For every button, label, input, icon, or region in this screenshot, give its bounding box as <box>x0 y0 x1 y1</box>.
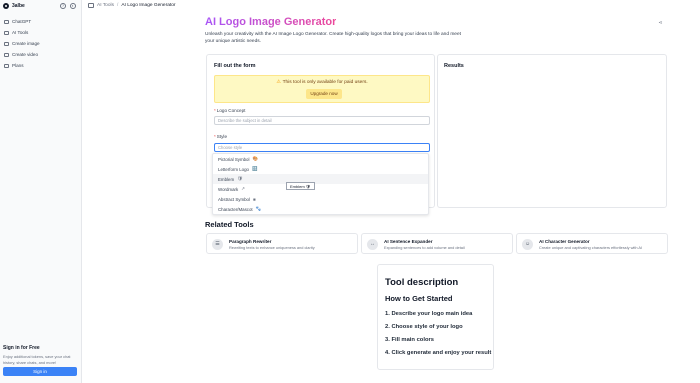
chat-icon <box>4 19 9 24</box>
related-tools-title: Related Tools <box>205 220 254 229</box>
logo-concept-input[interactable]: Describe the subject in detail <box>214 116 430 125</box>
style-option-label: Character/Mascot <box>218 206 253 212</box>
logo-concept-label: *Logo Concept <box>214 108 245 113</box>
required-mark: * <box>214 134 216 139</box>
sidebar: 3albe ? ◐ ChatGPT AI Tools Create image … <box>0 0 82 383</box>
sidebar-item-create-image[interactable]: Create image <box>2 38 80 49</box>
style-dropdown: Pictorial Symbol 🎨 Letterform Logo 🔠 Emb… <box>212 153 429 215</box>
brand-logo-icon <box>3 3 9 9</box>
shield-icon: 🛡 <box>237 176 243 181</box>
tool-name: AI Sentence Expander <box>384 239 433 244</box>
style-select[interactable]: Choose style <box>214 143 430 152</box>
paid-notice-row: ⚠ This tool is only available for paid us… <box>215 80 429 85</box>
sidebar-item-label: AI Tools <box>12 30 29 35</box>
sidebar-nav: ChatGPT AI Tools Create image Create vid… <box>2 16 80 71</box>
expand-icon: ↔ <box>367 239 378 250</box>
style-option-abstract-symbol[interactable]: Abstract Symbol ■ <box>213 194 428 204</box>
upgrade-button[interactable]: Upgrade now <box>306 89 342 99</box>
tool-name: Paragraph Rewriter <box>229 239 272 244</box>
sidebar-item-label: Create image <box>12 41 40 46</box>
sidebar-toggle-icon[interactable] <box>88 3 94 8</box>
page-description: Unleash your creativity with the AI Imag… <box>205 32 461 44</box>
square-icon: ■ <box>252 196 256 202</box>
required-mark: * <box>214 108 216 113</box>
plans-icon <box>4 63 9 68</box>
style-option-label: Emblem <box>218 176 235 182</box>
sidebar-item-ai-tools[interactable]: AI Tools <box>2 27 80 38</box>
tools-icon <box>4 30 9 35</box>
step-item: 3. Fill main colors <box>385 337 434 343</box>
brand[interactable]: 3albe <box>3 3 25 9</box>
tool-description-card: Tool description How to Get Started 1. D… <box>377 264 494 370</box>
signin-title: Sign in for Free <box>3 345 40 351</box>
related-tool-character-generator[interactable]: ☺ AI Character Generator Create unique a… <box>516 233 668 254</box>
style-option-label: Letterform Logo <box>218 166 249 172</box>
style-option-emblem[interactable]: Emblem 🛡 <box>213 174 428 184</box>
paid-notice: ⚠ This tool is only available for paid us… <box>214 75 430 103</box>
style-option-character-mascot[interactable]: Character/Mascot 🐾 <box>213 204 428 214</box>
arrow-icon: ↗ <box>241 186 245 191</box>
tool-description-title: Tool description <box>385 277 459 288</box>
breadcrumb-separator: / <box>116 3 119 8</box>
style-option-letterform-logo[interactable]: Letterform Logo 🔠 <box>213 164 428 174</box>
sidebar-item-plans[interactable]: Plans <box>2 60 80 71</box>
list-icon: ☰ <box>212 239 223 250</box>
style-label-text: Style <box>216 134 228 139</box>
paid-notice-text: This tool is only available for paid use… <box>282 80 368 85</box>
sidebar-item-label: ChatGPT <box>12 19 32 24</box>
character-icon: ☺ <box>522 239 533 250</box>
style-option-label: Abstract Symbol <box>218 196 250 202</box>
paw-icon: 🐾 <box>255 206 262 211</box>
style-option-pictorial-symbol[interactable]: Pictorial Symbol 🎨 <box>213 154 428 164</box>
sidebar-item-create-video[interactable]: Create video <box>2 49 80 60</box>
signin-button[interactable]: Sign in <box>3 367 77 376</box>
tool-description: Create unique and captivating characters… <box>539 245 643 250</box>
warning-icon: ⚠ <box>276 80 281 85</box>
step-item: 4. Click generate and enjoy your result <box>385 350 492 356</box>
signin-promo: Sign in for Free Enjoy additional tokens… <box>3 345 79 376</box>
brand-name: 3albe <box>12 3 25 9</box>
sidebar-item-label: Plans <box>12 63 24 68</box>
getting-started-title: How to Get Started <box>385 294 453 303</box>
image-icon <box>4 41 9 46</box>
logo-concept-label-text: Logo Concept <box>216 108 246 113</box>
breadcrumb-parent[interactable]: AI Tools <box>97 3 114 8</box>
breadcrumb: AI Tools / AI Logo Image Generator <box>88 2 175 9</box>
sidebar-item-chatgpt[interactable]: ChatGPT <box>2 16 80 27</box>
signin-description: Enjoy additional tokens, save your chat … <box>3 354 71 365</box>
tool-description: Rewriting texts to enhance uniqueness an… <box>229 245 315 250</box>
style-option-label: Pictorial Symbol <box>218 156 250 162</box>
step-item: 2. Choose style of your logo <box>385 324 463 330</box>
results-title: Results <box>444 63 464 69</box>
help-icon[interactable]: ? <box>60 3 66 9</box>
option-tooltip: Emblem 🛡 <box>286 182 315 190</box>
form-title: Fill out the form <box>214 63 256 69</box>
related-tool-sentence-expander[interactable]: ↔ AI Sentence Expander Expanding sentenc… <box>361 233 513 254</box>
style-label: *Style <box>214 134 227 139</box>
sidebar-actions: ? ◐ <box>60 3 76 9</box>
style-option-wordmark[interactable]: Wordmark ↗ <box>213 184 428 194</box>
style-option-label: Wordmark <box>218 186 239 192</box>
tool-name: AI Character Generator <box>539 239 590 244</box>
sidebar-item-label: Create video <box>12 52 39 57</box>
page-title: AI Logo Image Generator <box>205 16 337 28</box>
related-tool-paragraph-rewriter[interactable]: ☰ Paragraph Rewriter Rewriting texts to … <box>206 233 358 254</box>
letters-icon: 🔠 <box>252 166 258 171</box>
share-icon[interactable]: ⋖ <box>656 19 665 28</box>
tool-description: Expanding sentences to add volume and de… <box>384 245 465 250</box>
video-icon <box>4 52 9 57</box>
step-item: 1. Describe your logo main idea <box>385 311 473 317</box>
breadcrumb-current: AI Logo Image Generator <box>121 3 176 8</box>
palette-icon: 🎨 <box>252 156 258 161</box>
results-card: Results <box>437 54 667 208</box>
theme-toggle-icon[interactable]: ◐ <box>70 3 76 9</box>
